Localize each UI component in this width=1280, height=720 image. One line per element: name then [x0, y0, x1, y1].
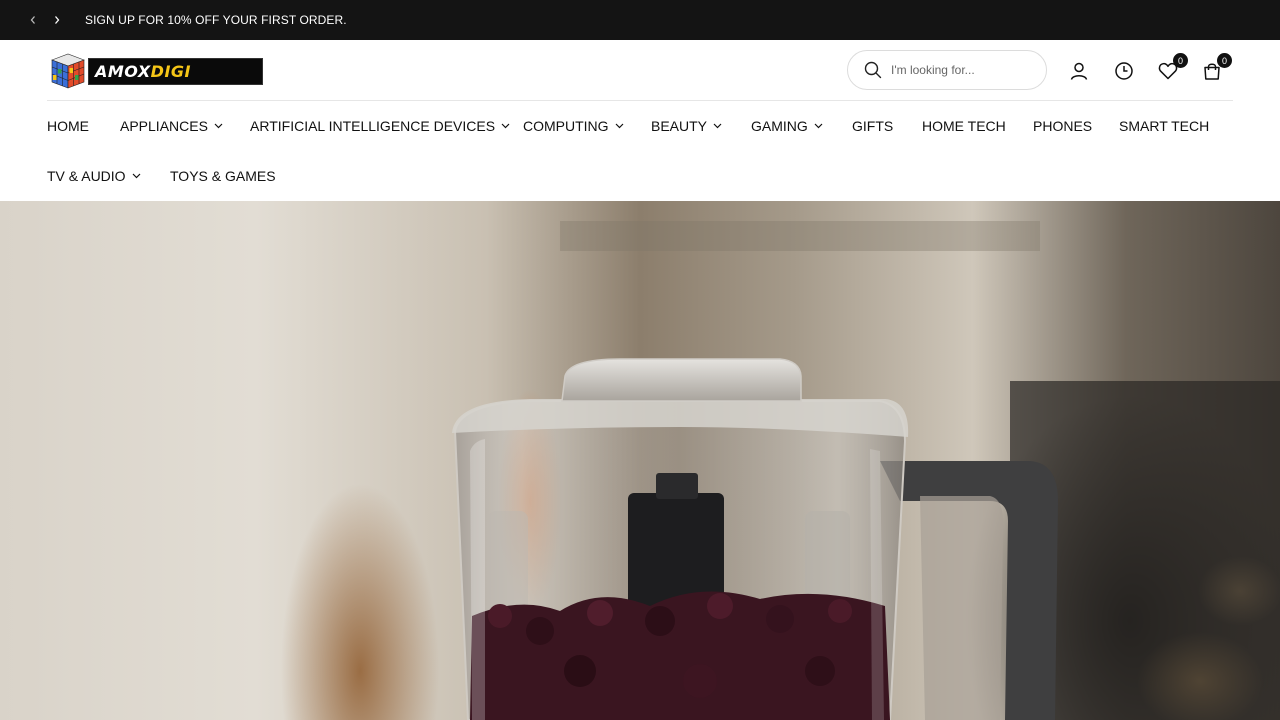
- nav-item-ai-devices[interactable]: ARTIFICIAL INTELLIGENCE DEVICES: [250, 118, 510, 134]
- nav-item-appliances[interactable]: APPLIANCES: [120, 118, 223, 134]
- nav-item-smart-tech[interactable]: SMART TECH: [1119, 118, 1209, 134]
- nav-item-tv-audio[interactable]: TV & AUDIO: [47, 168, 141, 184]
- brand-logo[interactable]: AMOX DIGI: [48, 51, 263, 91]
- recently-viewed-button[interactable]: [1112, 59, 1136, 83]
- nav-item-label: APPLIANCES: [120, 118, 208, 134]
- chevron-down-icon: [501, 123, 510, 129]
- site-header: AMOXDIGI 0 0 HOME APPLIANCES ARTIFICIAL …: [0, 40, 1280, 201]
- wishlist-count-badge: 0: [1173, 53, 1188, 68]
- nav-item-label: HOME TECH: [922, 118, 1006, 134]
- header-divider: [47, 100, 1233, 101]
- chevron-right-icon: [55, 16, 60, 24]
- search-input[interactable]: [891, 63, 1031, 77]
- nav-item-computing[interactable]: COMPUTING: [523, 118, 624, 134]
- brand-name-part2: DIGI: [150, 62, 191, 81]
- nav-item-label: COMPUTING: [523, 118, 609, 134]
- nav-item-label: BEAUTY: [651, 118, 708, 134]
- nav-item-toys-games[interactable]: TOYS & GAMES: [170, 168, 276, 184]
- chevron-down-icon: [814, 123, 823, 129]
- chevron-left-icon: [30, 16, 35, 24]
- brand-name-part1: AMOX: [95, 62, 151, 81]
- nav-item-label: TOYS & GAMES: [170, 168, 276, 184]
- chevron-down-icon: [713, 123, 722, 129]
- chevron-down-icon: [615, 123, 623, 129]
- clock-icon: [1115, 62, 1133, 80]
- user-icon: [1070, 62, 1088, 80]
- nav-item-label: SMART TECH: [1119, 118, 1210, 134]
- blender-illustration: [452, 221, 1280, 720]
- nav-item-gifts[interactable]: GIFTS: [852, 118, 893, 134]
- nav-item-label: GIFTS: [852, 118, 894, 134]
- nav-item-label: HOME: [47, 118, 89, 134]
- search-icon: [864, 61, 882, 79]
- nav-item-beauty[interactable]: BEAUTY: [651, 118, 722, 134]
- account-button[interactable]: [1067, 59, 1091, 83]
- nav-item-label: ARTIFICIAL INTELLIGENCE DEVICES: [250, 118, 496, 134]
- announcement-message[interactable]: SIGN UP FOR 10% OFF YOUR FIRST ORDER.: [85, 13, 347, 27]
- nav-item-gaming[interactable]: GAMING: [751, 118, 823, 134]
- previous-announcement-button[interactable]: [25, 12, 41, 28]
- chevron-down-icon: [214, 123, 223, 129]
- nav-item-home[interactable]: HOME: [47, 118, 89, 134]
- next-announcement-button[interactable]: [49, 12, 65, 28]
- chevron-down-icon: [132, 173, 141, 179]
- nav-item-label: GAMING: [751, 118, 808, 134]
- cart-button[interactable]: 0: [1200, 53, 1232, 83]
- announcement-bar: SIGN UP FOR 10% OFF YOUR FIRST ORDER.: [0, 0, 1280, 40]
- cart-count-badge: 0: [1217, 53, 1232, 68]
- hero-banner-image[interactable]: [0, 201, 1280, 720]
- brand-wordmark: AMOX DIGI: [88, 58, 263, 85]
- wishlist-button[interactable]: 0: [1156, 53, 1188, 83]
- nav-item-home-tech[interactable]: HOME TECH: [922, 118, 1006, 134]
- nav-item-label: TV & AUDIO: [47, 168, 126, 184]
- rubiks-cube-icon: [51, 53, 85, 89]
- nav-item-label: PHONES: [1033, 118, 1093, 134]
- search-bar[interactable]: [847, 50, 1047, 90]
- nav-item-phones[interactable]: PHONES: [1033, 118, 1092, 134]
